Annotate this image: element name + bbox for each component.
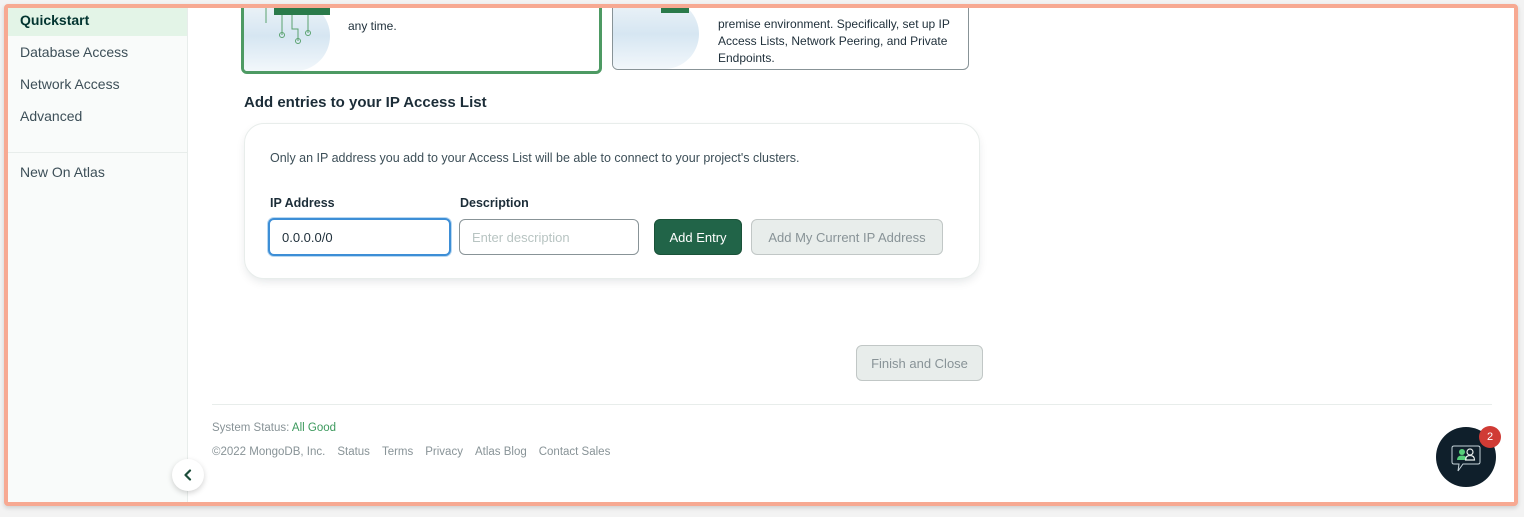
finish-and-close-button[interactable]: Finish and Close [856,345,983,381]
environment-card-cloud[interactable]: premise environment. Specifically, set u… [612,8,969,70]
add-current-ip-button[interactable]: Add My Current IP Address [751,219,943,255]
add-entry-button[interactable]: Add Entry [654,219,742,255]
ip-address-input[interactable] [268,218,451,256]
footer-link-atlas-blog[interactable]: Atlas Blog [475,446,527,458]
sidebar-item-quickstart[interactable]: Quickstart [8,8,187,36]
sidebar-item-network-access[interactable]: Network Access [8,68,187,100]
collapse-sidebar-button[interactable] [172,459,204,491]
card-description: premise environment. Specifically, set u… [718,17,950,65]
system-status: System Status: All Good [212,422,336,434]
footer-link-contact-sales[interactable]: Contact Sales [539,446,611,458]
notification-badge: 2 [1479,426,1501,448]
circuit-illustration-icon [265,8,330,44]
footer-link-status[interactable]: Status [337,446,370,458]
footer-divider [212,404,1492,405]
description-input[interactable] [459,219,639,255]
panel-description: Only an IP address you add to your Acces… [270,151,800,165]
card-illustration [244,8,330,71]
ip-address-label: IP Address [270,196,335,210]
footer-link-privacy[interactable]: Privacy [425,446,463,458]
sidebar-item-new-on-atlas[interactable]: New On Atlas [8,156,187,188]
sidebar-divider [8,152,187,153]
description-label: Description [460,196,529,210]
card-description: any time. [348,19,397,33]
footer-link-terms[interactable]: Terms [382,446,413,458]
main-content: any time. premise environment. Specifica… [189,8,1514,502]
ip-access-list-panel: Only an IP address you add to your Acces… [244,123,980,279]
copyright: ©2022 MongoDB, Inc. [212,446,326,458]
cloud-illustration-icon [661,8,689,13]
footer-links: ©2022 MongoDB, Inc. Status Terms Privacy… [212,446,610,458]
chevron-left-icon [184,469,192,481]
sidebar-item-advanced[interactable]: Advanced [8,100,187,132]
environment-card-local[interactable]: any time. [241,8,602,74]
system-status-label: System Status: [212,422,290,434]
chat-support-icon [1451,445,1481,472]
browser-frame: Quickstart Database Access Network Acces… [4,4,1518,506]
system-status-value[interactable]: All Good [292,422,336,434]
section-title: Add entries to your IP Access List [244,94,487,111]
sidebar: Quickstart Database Access Network Acces… [8,8,188,502]
sidebar-item-database-access[interactable]: Database Access [8,36,187,68]
card-illustration [613,8,699,69]
